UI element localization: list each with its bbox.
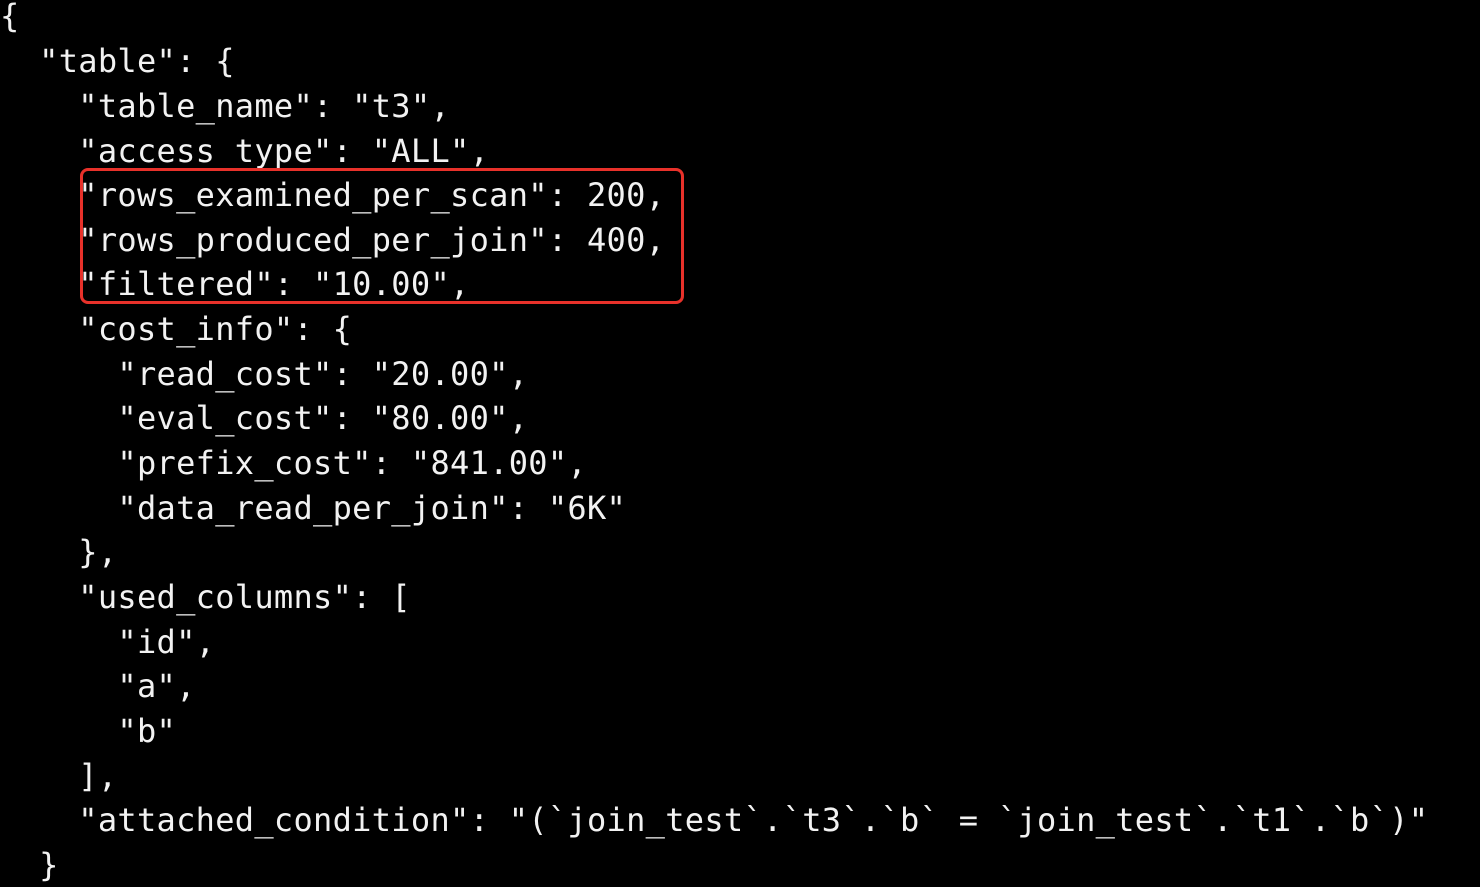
json-line-used-column-id: "id",	[0, 623, 216, 661]
json-line-access-type: "access_type": "ALL",	[0, 132, 490, 170]
json-line-used-columns-key: "used_columns": [	[0, 578, 411, 616]
json-line-used-column-a: "a",	[0, 667, 196, 705]
terminal-window: { "table": { "table_name": "t3", "access…	[0, 0, 1480, 884]
json-line-eval-cost: "eval_cost": "80.00",	[0, 399, 529, 437]
json-line-table-key: "table": {	[0, 42, 235, 80]
json-line-used-columns-close: ],	[0, 757, 118, 795]
json-line-table-name: "table_name": "t3",	[0, 87, 451, 125]
json-line-rows-produced-per-join: "rows_produced_per_join": 400,	[0, 221, 666, 259]
json-line-data-read-per-join: "data_read_per_join": "6K"	[0, 489, 627, 527]
json-line-used-column-b: "b"	[0, 712, 177, 750]
json-line-read-cost: "read_cost": "20.00",	[0, 355, 529, 393]
json-line-table-close: }	[0, 846, 59, 884]
json-line-cost-info-key: "cost_info": {	[0, 310, 353, 348]
json-line-attached-condition: "attached_condition": "(`join_test`.`t3`…	[0, 801, 1429, 839]
json-line-rows-examined-per-scan: "rows_examined_per_scan": 200,	[0, 176, 666, 214]
json-line-open-brace: {	[0, 0, 20, 35]
json-line-cost-info-close: },	[0, 533, 118, 571]
json-line-filtered: "filtered": "10.00",	[0, 265, 470, 303]
json-line-prefix-cost: "prefix_cost": "841.00",	[0, 444, 587, 482]
